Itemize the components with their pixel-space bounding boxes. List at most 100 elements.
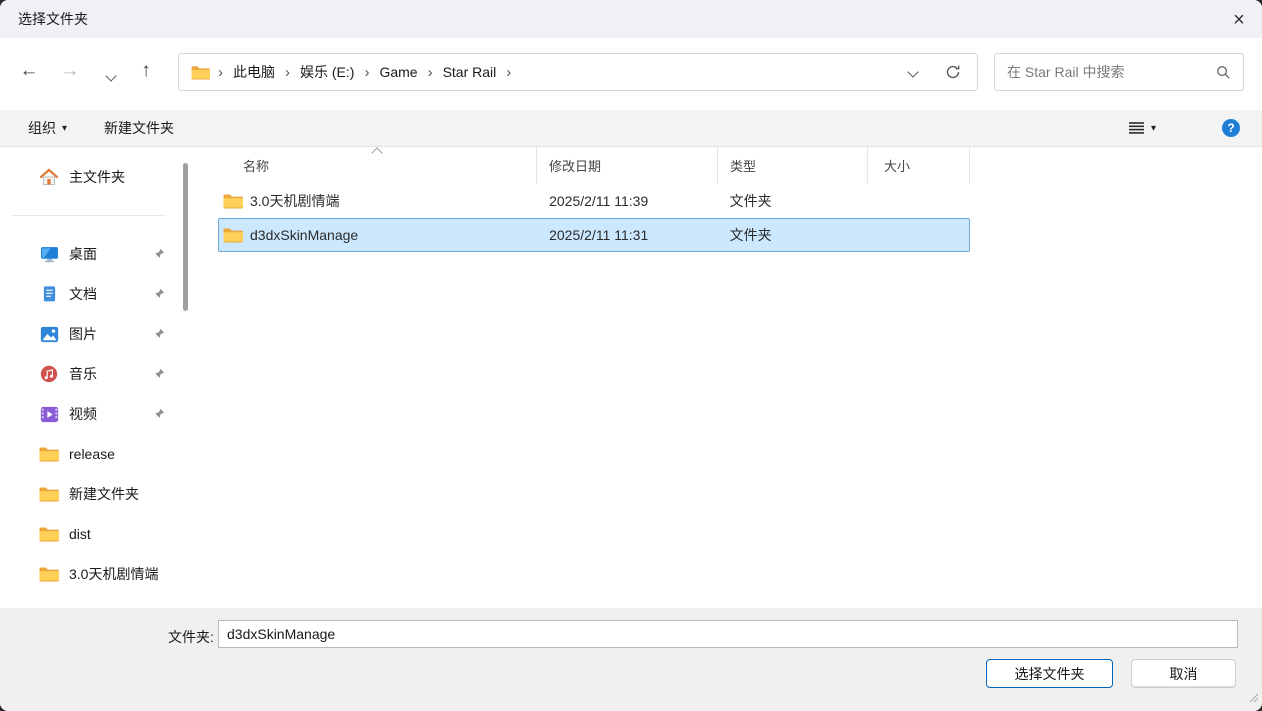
sidebar-item[interactable]: 桌面 <box>0 234 178 274</box>
sidebar-item-label: 视频 <box>69 404 97 424</box>
folder-icon <box>38 526 60 542</box>
breadcrumb-separator-icon[interactable]: › <box>277 64 298 81</box>
sort-ascending-icon <box>371 147 382 158</box>
sidebar-item-label: 3.0天机剧情端 <box>69 564 158 584</box>
column-header[interactable]: 类型 <box>718 147 868 184</box>
sidebar-scrollbar[interactable] <box>183 163 188 311</box>
file-date: 2025/2/11 11:31 <box>537 219 718 251</box>
column-header[interactable]: 大小 <box>868 147 970 184</box>
breadcrumb-item[interactable]: Star Rail <box>441 64 499 80</box>
file-name: d3dxSkinManage <box>250 227 358 243</box>
dropdown-triangle-icon: ▾ <box>62 123 67 134</box>
file-type: 文件夹 <box>718 185 868 217</box>
table-row[interactable]: d3dxSkinManage 2025/2/11 11:31文件夹 <box>218 218 970 252</box>
column-headers: 名称 修改日期类型 大小 <box>218 147 1262 184</box>
file-name: 3.0天机剧情端 <box>250 191 339 211</box>
recent-locations-button[interactable] <box>96 60 126 90</box>
sidebar-item-label: 图片 <box>69 324 97 344</box>
help-button[interactable]: ? <box>1222 119 1240 137</box>
search-placeholder: 在 Star Rail 中搜索 <box>1007 62 1124 82</box>
up-icon: ↑ <box>141 60 151 81</box>
sidebar-item[interactable]: 图片 <box>0 314 178 354</box>
table-row[interactable]: 3.0天机剧情端 2025/2/11 11:39文件夹 <box>218 184 970 218</box>
new-folder-button[interactable]: 新建文件夹 <box>98 110 180 146</box>
breadcrumb-separator-icon[interactable]: › <box>210 64 231 81</box>
pictures-icon <box>38 326 60 343</box>
up-button[interactable]: ↑ <box>131 56 161 86</box>
sidebar-item[interactable]: release <box>0 434 178 474</box>
cancel-button[interactable]: 取消 <box>1131 659 1236 688</box>
sidebar-item-label: 文档 <box>69 284 97 304</box>
dialog-footer: 文件夹: 选择文件夹 取消 <box>0 608 1262 711</box>
close-button[interactable]: × <box>1216 0 1262 38</box>
forward-icon: → <box>61 60 80 81</box>
sidebar-item[interactable]: 文档 <box>0 274 178 314</box>
breadcrumb-item[interactable]: 此电脑 <box>231 62 277 82</box>
new-folder-label: 新建文件夹 <box>104 118 174 138</box>
folder-icon <box>223 227 243 243</box>
sidebar-item-label: 主文件夹 <box>69 167 125 187</box>
pin-icon <box>153 288 165 300</box>
file-size <box>867 219 969 251</box>
sidebar-item-label: dist <box>69 526 91 542</box>
sidebar-divider <box>12 215 166 216</box>
forward-button[interactable]: → <box>55 56 85 86</box>
breadcrumb-item[interactable]: Game <box>377 64 419 80</box>
back-button[interactable]: ← <box>14 56 44 86</box>
breadcrumb-separator-icon[interactable]: › <box>356 64 377 81</box>
main-area: 主文件夹桌面文档图片音乐视频 release 新建文件夹 dist 3.0天机剧情端 名… <box>0 147 1262 608</box>
sidebar-item[interactable]: 3.0天机剧情端 <box>0 554 178 594</box>
breadcrumb: ›此电脑›娱乐 (E:)›Game›Star Rail› <box>210 62 519 82</box>
sidebar-item-label: 新建文件夹 <box>69 484 139 504</box>
search-icon <box>1216 65 1231 80</box>
view-mode-button[interactable]: ▾ <box>1122 110 1162 146</box>
folder-icon <box>38 486 60 502</box>
address-bar-controls <box>909 64 977 80</box>
sidebar-item[interactable]: 主文件夹 <box>0 157 178 197</box>
sidebar-item[interactable]: dist <box>0 514 178 554</box>
sidebar-item[interactable]: 新建文件夹 <box>0 474 178 514</box>
select-folder-button[interactable]: 选择文件夹 <box>986 659 1113 688</box>
folder-icon <box>38 446 60 462</box>
back-icon: ← <box>20 60 39 81</box>
navigation-row: ← → ↑ ›此电脑›娱乐 (E:)›Game›Star Rail› <box>0 38 1262 110</box>
search-box[interactable]: 在 Star Rail 中搜索 <box>994 53 1244 91</box>
address-bar[interactable]: ›此电脑›娱乐 (E:)›Game›Star Rail› <box>178 53 978 91</box>
column-header-label: 类型 <box>730 156 756 175</box>
file-rows: 3.0天机剧情端2025/2/11 11:39文件夹d3dxSkinManage… <box>218 184 1262 252</box>
home-icon <box>38 168 60 186</box>
list-view-icon <box>1128 121 1145 135</box>
title-bar: 选择文件夹 × <box>0 0 1262 38</box>
address-dropdown-icon[interactable] <box>907 66 918 77</box>
organize-button[interactable]: 组织 ▾ <box>22 110 73 146</box>
music-icon <box>38 365 60 383</box>
sidebar-item-label: release <box>69 446 115 462</box>
column-header[interactable]: 名称 <box>218 147 537 184</box>
help-icon: ? <box>1227 121 1234 135</box>
resize-grip-icon[interactable] <box>1247 690 1259 708</box>
filename-input[interactable] <box>218 620 1238 648</box>
sidebar-item[interactable]: 视频 <box>0 394 178 434</box>
filename-label: 文件夹: <box>168 627 214 647</box>
organize-label: 组织 <box>28 118 56 138</box>
file-size <box>867 185 969 217</box>
file-list: 名称修改日期类型大小 3.0天机剧情端2025/2/11 11:39文件夹d3d… <box>218 147 1262 608</box>
breadcrumb-item[interactable]: 娱乐 (E:) <box>298 62 356 82</box>
column-header[interactable]: 修改日期 <box>537 147 718 184</box>
dropdown-triangle-icon: ▾ <box>1151 123 1156 134</box>
sidebar-item[interactable]: 音乐 <box>0 354 178 394</box>
file-type: 文件夹 <box>718 219 868 251</box>
sidebar-item-label: 桌面 <box>69 244 97 264</box>
breadcrumb-separator-icon[interactable]: › <box>498 64 519 81</box>
sidebar-item-label: 音乐 <box>69 364 97 384</box>
folder-icon <box>38 566 60 582</box>
chevron-down-icon <box>105 70 116 81</box>
column-header-label: 名称 <box>243 156 269 175</box>
breadcrumb-separator-icon[interactable]: › <box>420 64 441 81</box>
file-date: 2025/2/11 11:39 <box>537 185 718 217</box>
folder-icon <box>191 65 210 80</box>
close-icon: × <box>1233 9 1245 31</box>
desktop-icon <box>38 246 60 263</box>
select-folder-dialog: 选择文件夹 × ← → ↑ ›此电脑›娱乐 (E:)›Game›Star Rai… <box>0 0 1262 711</box>
refresh-icon[interactable] <box>945 64 961 80</box>
